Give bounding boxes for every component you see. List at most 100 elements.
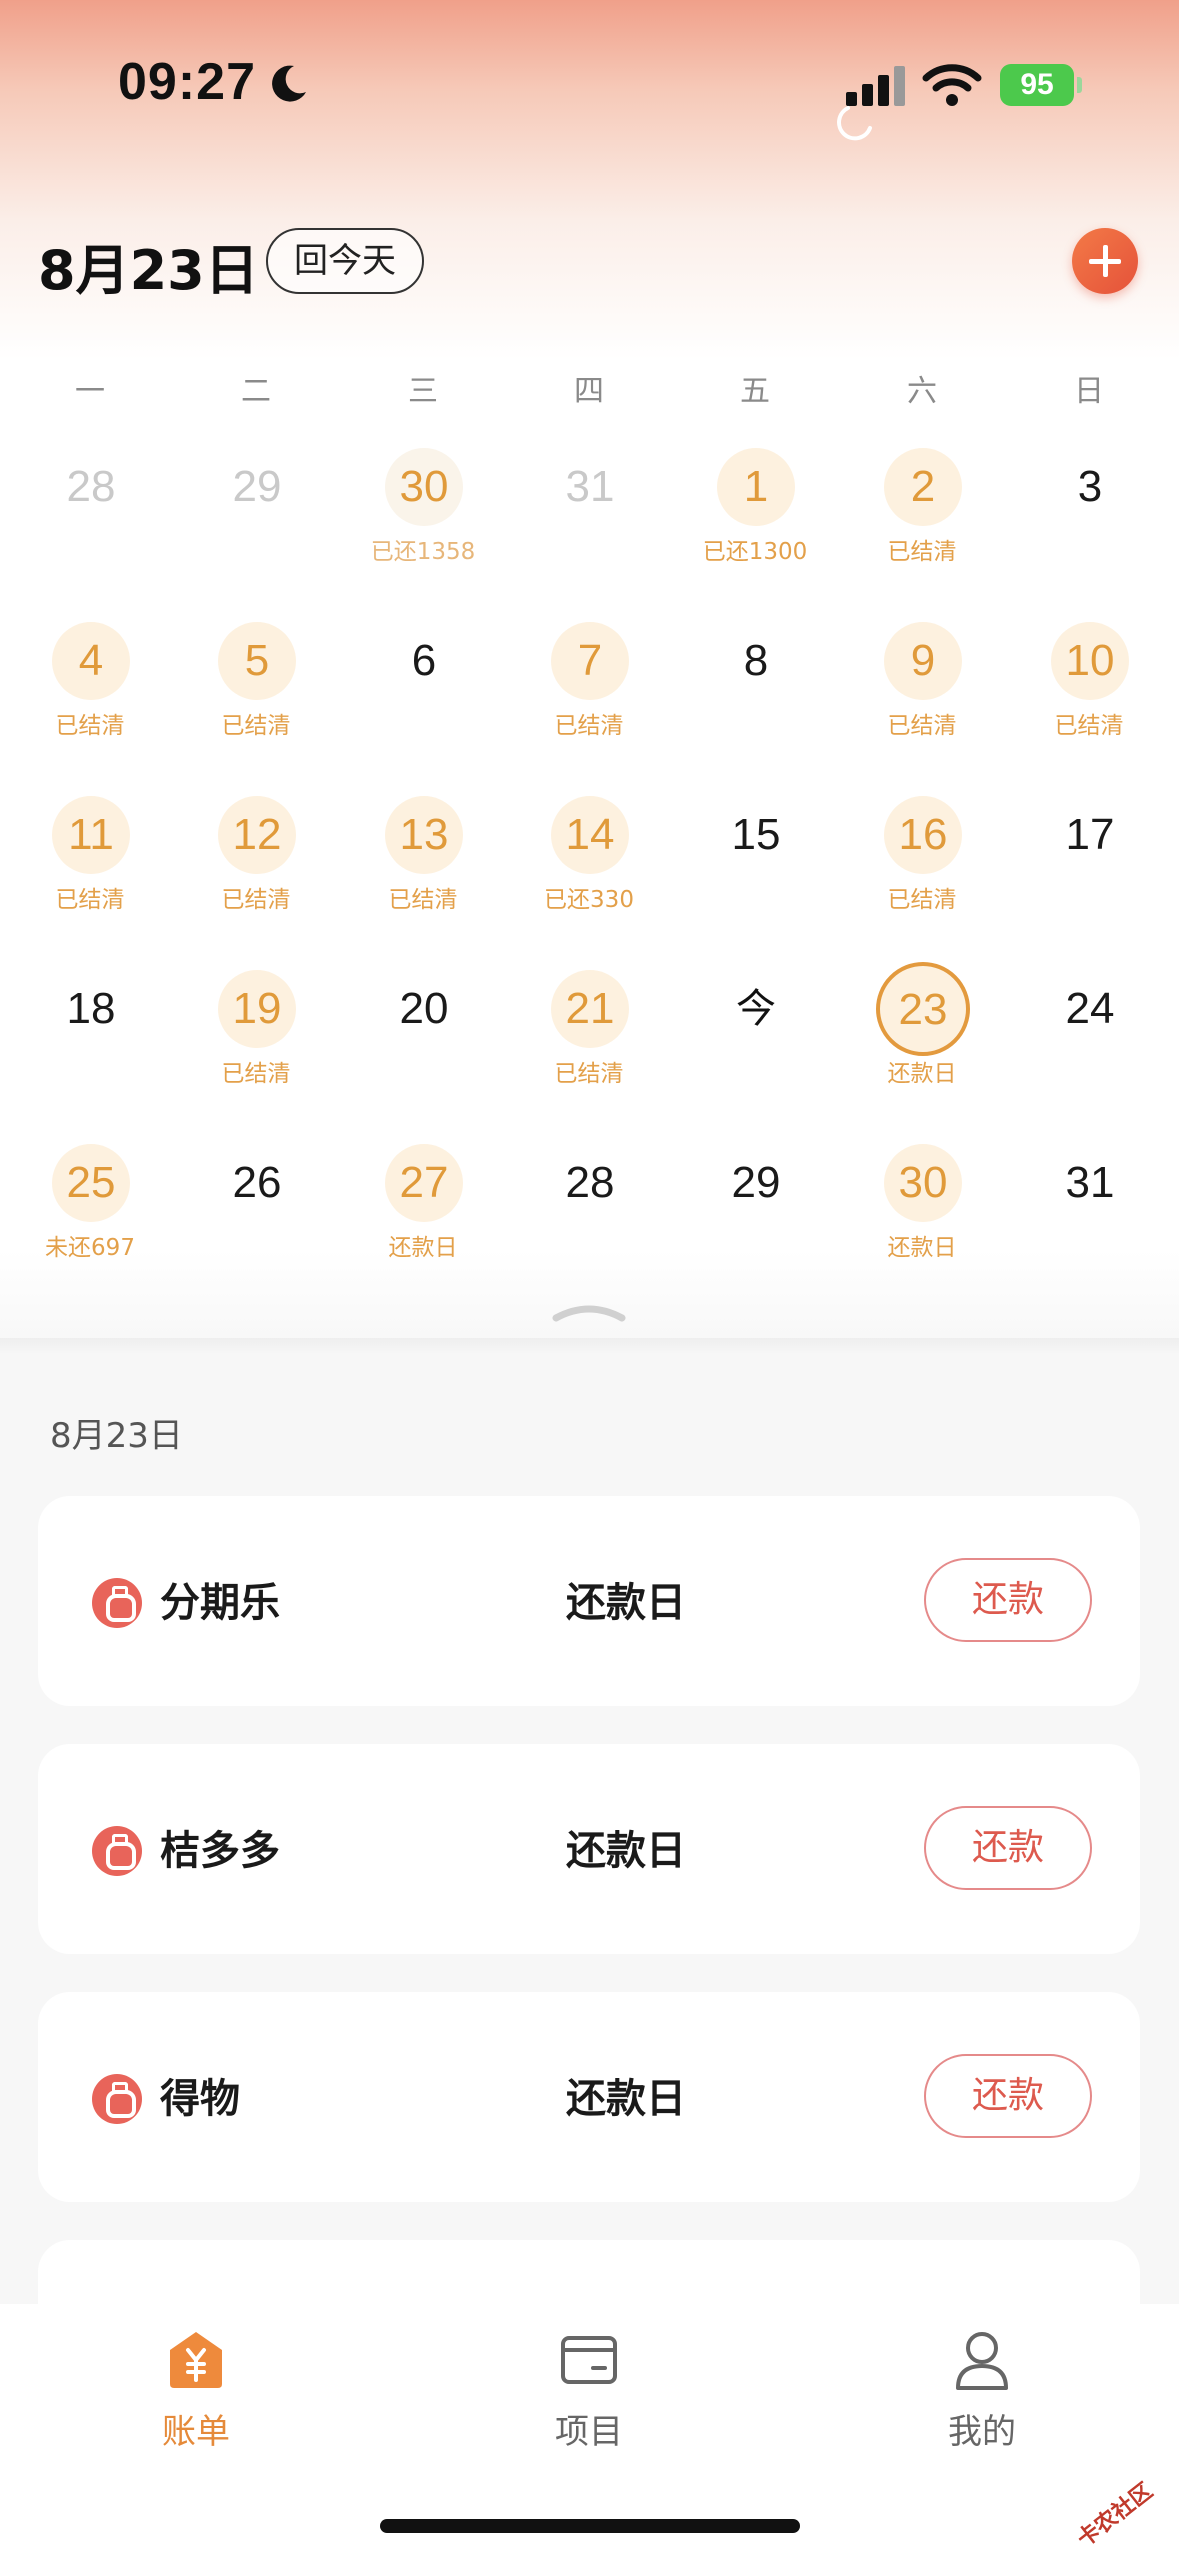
calendar-day-note: 已结清 [388, 887, 458, 913]
calendar-day[interactable]: 28 [505, 1144, 673, 1318]
tab-bill[interactable]: 账单 [96, 2328, 296, 2452]
calendar-day-number: 5 [218, 622, 296, 700]
money-bag-icon [92, 1826, 142, 1876]
repay-button[interactable]: 还款 [924, 1558, 1092, 1642]
loan-name: 桔多多 [160, 1828, 280, 1874]
calendar-day[interactable]: 24 [1005, 970, 1173, 1144]
calendar-day-note: 还款日 [887, 1235, 957, 1261]
calendar-day-number: 8 [743, 636, 769, 685]
calendar-day[interactable]: 18 [6, 970, 174, 1144]
calendar-day-number: 27 [385, 1144, 463, 1222]
calendar-day[interactable]: 26 [172, 1144, 340, 1318]
moon-icon [272, 65, 306, 102]
calendar-day[interactable]: 14 已还330 [505, 796, 673, 970]
calendar-day[interactable]: 10 已结清 [1005, 622, 1173, 796]
repay-button[interactable]: 还款 [924, 2054, 1092, 2138]
calendar-day[interactable]: 7 已结清 [505, 622, 673, 796]
weekday-label: 一 [75, 374, 105, 409]
calendar-day-note: 已结清 [1054, 713, 1124, 739]
calendar-day-number: 12 [218, 796, 296, 874]
calendar-day-number: 20 [399, 984, 449, 1033]
calendar-day-number: 25 [52, 1144, 130, 1222]
calendar-day[interactable]: 6 [339, 622, 507, 796]
calendar-day-number: 6 [411, 636, 437, 685]
calendar-day[interactable]: 11 已结清 [6, 796, 174, 970]
calendar-day-number: 3 [1077, 462, 1103, 511]
weekday-label: 二 [241, 374, 271, 409]
person-icon [956, 2332, 1008, 2390]
loan-card[interactable]: 分期乐 还款日 还款 [38, 1496, 1140, 1706]
calendar-day[interactable]: 29 [671, 1144, 839, 1318]
loan-status: 还款日 [566, 1580, 686, 1626]
loan-card[interactable]: 得物 还款日 还款 [38, 1992, 1140, 2202]
tab-label: 我的 [948, 2412, 1016, 2452]
calendar-day-note: 已结清 [55, 887, 125, 913]
cellular-signal-icon [846, 64, 908, 106]
calendar-day[interactable]: 29 [172, 448, 340, 622]
add-button[interactable] [1072, 228, 1138, 294]
calendar-day-note: 已还1300 [702, 539, 808, 565]
calendar-day[interactable]: 27 还款日 [339, 1144, 507, 1318]
loan-name: 分期乐 [160, 1580, 280, 1626]
calendar-day[interactable]: 1 已还1300 [671, 448, 839, 622]
calendar-day[interactable]: 2 已结清 [838, 448, 1006, 622]
calendar-day[interactable]: 3 [1005, 448, 1173, 622]
calendar-day-number: 11 [52, 796, 130, 874]
weekday-label: 四 [574, 374, 604, 409]
tab-label: 项目 [555, 2412, 623, 2452]
calendar-day[interactable]: 8 [671, 622, 839, 796]
calendar-day-note: 未还697 [45, 1235, 135, 1261]
calendar-day-number: 19 [218, 970, 296, 1048]
tab-label: 账单 [162, 2412, 230, 2452]
calendar-day-note: 已还1358 [370, 539, 476, 565]
calendar-day-number: 今 [736, 986, 776, 1032]
calendar-day[interactable]: 17 [1005, 796, 1173, 970]
calendar-day-note: 已结清 [55, 713, 125, 739]
calendar-day[interactable]: 9 已结清 [838, 622, 1006, 796]
collapse-handle-icon[interactable] [550, 1302, 628, 1322]
calendar-day-number: 17 [1065, 810, 1115, 859]
calendar-day[interactable]: 13 已结清 [339, 796, 507, 970]
calendar-day[interactable]: 5 已结清 [172, 622, 340, 796]
calendar-day-note: 还款日 [388, 1235, 458, 1261]
calendar-day[interactable]: 12 已结清 [172, 796, 340, 970]
calendar-day-number: 30 [884, 1144, 962, 1222]
calendar-day[interactable]: 16 已结清 [838, 796, 1006, 970]
calendar-day[interactable]: 31 [1005, 1144, 1173, 1318]
tab-mine[interactable]: 我的 [882, 2328, 1082, 2452]
calendar-day[interactable]: 19 已结清 [172, 970, 340, 1144]
calendar-day-number: 28 [565, 1158, 615, 1207]
status-bar: 09:27 95 [0, 0, 1179, 180]
calendar-day-note: 已还330 [544, 887, 634, 913]
calendar-day-number: 4 [52, 622, 130, 700]
calendar-day-note: 已结清 [221, 887, 291, 913]
calendar-day-number: 31 [1065, 1158, 1115, 1207]
tab-project[interactable]: 项目 [489, 2328, 689, 2452]
weekday-label: 六 [907, 374, 937, 409]
back-to-today-button[interactable]: 回今天 [266, 228, 424, 294]
calendar-day-number: 14 [551, 796, 629, 874]
calendar-day[interactable]: 30 已还1358 [339, 448, 507, 622]
calendar-day[interactable]: 20 [339, 970, 507, 1144]
calendar-day-number: 24 [1065, 984, 1115, 1033]
calendar-day[interactable]: 28 [6, 448, 174, 622]
calendar-day[interactable]: 15 [671, 796, 839, 970]
calendar-day[interactable]: 今 [671, 970, 839, 1144]
calendar-day[interactable]: 21 已结清 [505, 970, 673, 1144]
weekday-header: 一 二 三 四 五 六 日 [0, 366, 1179, 416]
calendar-day-number: 29 [731, 1158, 781, 1207]
calendar-day[interactable]: 4 已结清 [6, 622, 174, 796]
loan-status: 还款日 [566, 1828, 686, 1874]
calendar-day[interactable]: 31 [505, 448, 673, 622]
calendar-day[interactable]: 30 还款日 [838, 1144, 1006, 1318]
repay-button[interactable]: 还款 [924, 1806, 1092, 1890]
bill-home-icon [170, 2332, 222, 2388]
calendar-day-number: 10 [1051, 622, 1129, 700]
calendar-day[interactable]: 23 还款日 [838, 962, 1006, 1144]
home-indicator[interactable] [380, 2519, 800, 2533]
calendar-day-note: 已结清 [221, 1061, 291, 1087]
loan-name: 得物 [160, 2076, 240, 2122]
loan-card[interactable]: 桔多多 还款日 还款 [38, 1744, 1140, 1954]
selected-date-title: 8月23日 [38, 239, 259, 302]
calendar-day[interactable]: 25 未还697 [6, 1144, 174, 1318]
